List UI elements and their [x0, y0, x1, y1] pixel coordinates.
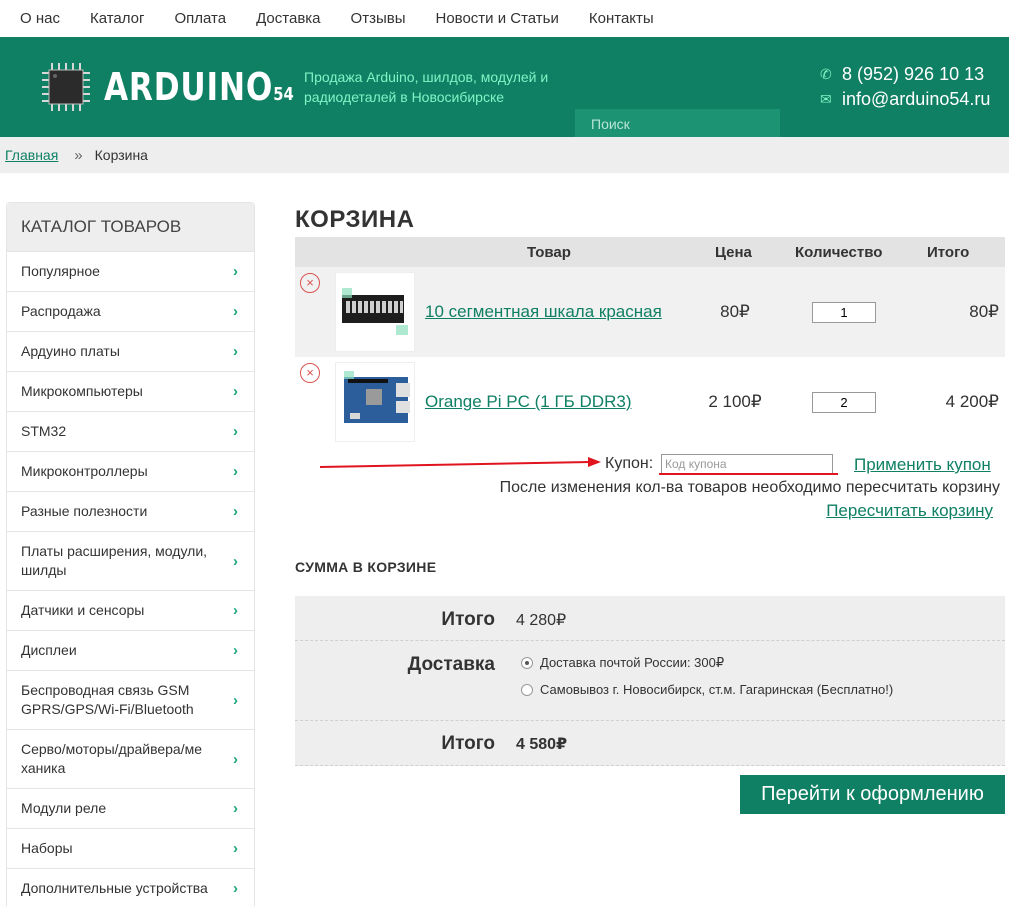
sidebar-item-extra-devices[interactable]: Дополнительные устройства › [7, 868, 254, 906]
nav-contacts[interactable]: Контакты [589, 10, 654, 27]
catalog-sidebar: КАТАЛОГ ТОВАРОВ Популярное › Распродажа › … [6, 202, 255, 906]
column-price: Цена [715, 244, 752, 261]
breadcrumb: Главная » Корзина [0, 137, 1009, 173]
remove-item-icon[interactable]: × [300, 363, 320, 383]
nav-news[interactable]: Новости и Статьи [435, 10, 558, 27]
sidebar-item-arduino-boards[interactable]: Ардуино платы › [7, 331, 254, 371]
total-label: Итого [441, 733, 495, 754]
coupon-label: Купон: [605, 455, 654, 472]
item-price: 2 100₽ [708, 392, 762, 411]
breadcrumb-home-link[interactable]: Главная [5, 147, 58, 163]
page-title: КОРЗИНА [295, 206, 415, 233]
radio-unselected[interactable] [521, 683, 533, 696]
nav-payment[interactable]: Оплата [175, 10, 227, 27]
site-logo[interactable]: ARDUINO54 [40, 61, 335, 113]
recalculate-cart-link[interactable]: Пересчитать корзину [826, 501, 993, 521]
sidebar-item-wireless[interactable]: Беспроводная связь GSM GPRS/GPS/Wi-Fi/Bl… [7, 670, 254, 729]
chevron-right-icon: › [233, 800, 238, 817]
email-address: info@arduino54.ru [842, 89, 991, 109]
chevron-right-icon: › [233, 691, 238, 709]
chevron-right-icon: › [233, 840, 238, 857]
cart-row: × Orange Pi PC (1 ГБ DDR3) 2 100₽ 4 200₽ [295, 357, 1005, 447]
chip-icon [40, 61, 92, 113]
subtotal-label: Итого [441, 609, 495, 630]
breadcrumb-separator-icon: » [74, 146, 83, 164]
delivery-option-pickup[interactable]: Самовывоз г. Новосибирск, ст.м. Гагаринс… [521, 682, 893, 697]
sidebar-item-kits[interactable]: Наборы › [7, 828, 254, 868]
subtotal-row: Итого 4 280₽ [295, 596, 1005, 641]
chevron-right-icon: › [233, 263, 238, 280]
chevron-right-icon: › [233, 552, 238, 570]
chevron-right-icon: › [233, 383, 238, 400]
chevron-right-icon: › [233, 463, 238, 480]
chevron-right-icon: › [233, 642, 238, 659]
delivery-row: Доставка Доставка почтой России: 300₽ Са… [295, 641, 1005, 721]
cart-row: × 10 сегментная шкала красная 80₽ 80₽ [295, 267, 1005, 357]
phone-number: 8 (952) 926 10 13 [842, 64, 985, 84]
chevron-right-icon: › [233, 423, 238, 440]
chevron-right-icon: › [233, 503, 238, 520]
subtotal-value: 4 280₽ [516, 612, 567, 629]
product-link[interactable]: 10 сегментная шкала красная [425, 302, 662, 322]
chevron-right-icon: › [233, 303, 238, 320]
summary-title: СУММА В КОРЗИНЕ [295, 559, 437, 575]
chevron-right-icon: › [233, 343, 238, 360]
nav-delivery[interactable]: Доставка [256, 10, 320, 27]
sidebar-item-displays[interactable]: Дисплеи › [7, 630, 254, 670]
search-input[interactable] [575, 109, 780, 139]
nav-about[interactable]: О нас [20, 10, 60, 27]
logo-text: ARDUINO54 [104, 65, 294, 109]
site-tagline: Продажа Arduino, шилдов, модулей и радио… [304, 69, 549, 105]
quantity-input[interactable] [812, 302, 876, 323]
phone-contact[interactable]: ✆ 8 (952) 926 10 13 [820, 64, 984, 85]
sidebar-item-stm32[interactable]: STM32 › [7, 411, 254, 451]
total-value: 4 580₽ [516, 736, 568, 753]
product-link[interactable]: Orange Pi PC (1 ГБ DDR3) [425, 392, 631, 412]
sidebar-item-sale[interactable]: Распродажа › [7, 291, 254, 331]
checkout-button[interactable]: Перейти к оформлению [740, 775, 1005, 814]
breadcrumb-current: Корзина [94, 147, 148, 163]
quantity-input[interactable] [812, 392, 876, 413]
radio-selected[interactable] [521, 657, 533, 669]
total-row: Итого 4 580₽ [295, 721, 1005, 766]
email-contact[interactable]: ✉ info@arduino54.ru [820, 89, 990, 110]
recalc-note: После изменения кол-ва товаров необходим… [499, 479, 1000, 496]
remove-item-icon[interactable]: × [300, 273, 320, 293]
chevron-right-icon: › [233, 880, 238, 897]
cart-totals: Итого 4 280₽ Доставка Доставка почтой Ро… [295, 596, 1005, 766]
sidebar-item-misc[interactable]: Разные полезности › [7, 491, 254, 531]
chevron-right-icon: › [233, 750, 238, 768]
sidebar-item-popular[interactable]: Популярное › [7, 251, 254, 291]
column-total: Итого [927, 244, 970, 261]
apply-coupon-link[interactable]: Применить купон [854, 455, 991, 475]
led-bar-image[interactable] [335, 272, 415, 352]
sidebar-item-servo[interactable]: Серво/моторы/драйвера/механика › [7, 729, 254, 788]
item-total: 80₽ [969, 302, 999, 321]
column-product: Товар [527, 244, 571, 261]
sidebar-item-shields[interactable]: Платы расширения, модули, шилды › [7, 531, 254, 590]
sidebar-item-sensors[interactable]: Датчики и сенсоры › [7, 590, 254, 630]
sidebar-title: КАТАЛОГ ТОВАРОВ [7, 203, 254, 251]
sidebar-item-microcontrollers[interactable]: Микроконтроллеры › [7, 451, 254, 491]
envelope-icon: ✉ [820, 91, 832, 107]
chevron-right-icon: › [233, 602, 238, 619]
top-navigation: О нас Каталог Оплата Доставка Отзывы Нов… [0, 0, 1009, 37]
board-image[interactable] [335, 362, 415, 442]
delivery-label: Доставка [407, 654, 495, 675]
cart-table-header: Товар Цена Количество Итого [295, 237, 1005, 267]
sidebar-item-relays[interactable]: Модули реле › [7, 788, 254, 828]
item-price: 80₽ [720, 302, 750, 321]
column-quantity: Количество [795, 244, 883, 261]
item-total: 4 200₽ [945, 392, 999, 411]
sidebar-item-microcomputers[interactable]: Микрокомпьютеры › [7, 371, 254, 411]
phone-icon: ✆ [820, 66, 832, 82]
site-header: ARDUINO54 Продажа Arduino, шилдов, модул… [0, 37, 1009, 139]
nav-reviews[interactable]: Отзывы [351, 10, 406, 27]
coupon-input[interactable] [661, 454, 833, 474]
delivery-option-post[interactable]: Доставка почтой России: 300₽ [521, 655, 724, 671]
nav-catalog[interactable]: Каталог [90, 10, 145, 27]
